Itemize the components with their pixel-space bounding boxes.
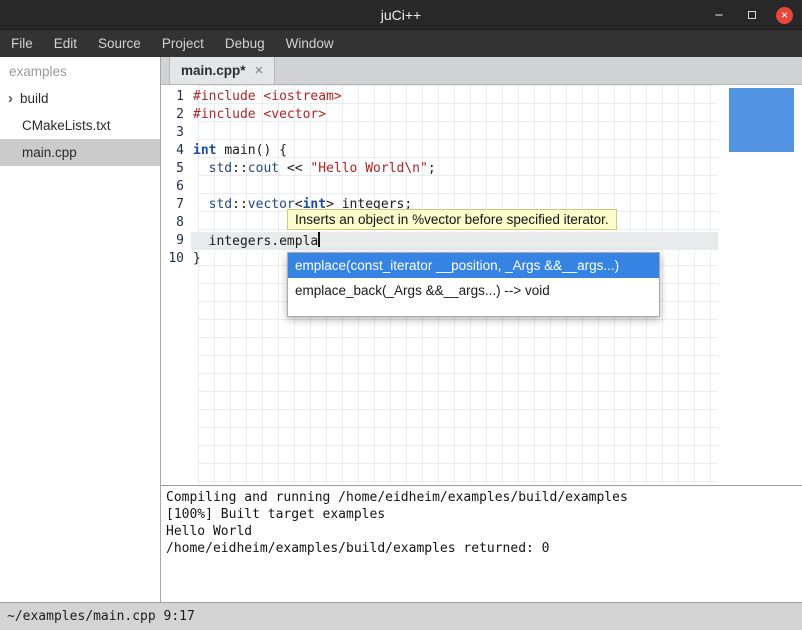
code-text [191,178,718,196]
code-segment: <iostream> [263,89,341,104]
status-bar: ~/examples/main.cpp 9:17 [0,602,802,630]
code-segment [193,161,209,176]
console-line: Hello World [166,523,797,540]
code-editor[interactable]: 1 #include <iostream> 2 #include <vector… [161,85,802,485]
line-number: 6 [161,178,191,196]
minimize-button[interactable]: − [710,6,728,24]
tree-item-label: CMakeLists.txt [22,118,111,133]
line-number: 2 [161,106,191,124]
line-number: 9 [161,232,191,250]
tree-header: examples [0,57,160,85]
line-number: 1 [161,88,191,106]
code-text: std::cout << "Hello World\n"; [191,160,718,178]
code-segment: } [193,251,201,266]
line-number: 10 [161,250,191,268]
console-line: [100%] Built target examples [166,506,797,523]
code-segment: main [224,143,255,158]
menu-item-project[interactable]: Project [162,36,204,51]
console-line: /home/eidheim/examples/build/examples re… [166,540,797,557]
menubar: File Edit Source Project Debug Window [0,30,802,57]
close-button[interactable]: × [776,7,793,24]
file-tree-panel: examples › build CMakeLists.txt main.cpp [0,57,160,602]
code-text: int main() { [191,142,718,160]
menu-item-file[interactable]: File [11,36,33,51]
code-segment: ; [428,161,436,176]
completion-item-selected[interactable]: emplace(const_iterator __position, _Args… [288,253,659,278]
menu-item-edit[interactable]: Edit [54,36,77,51]
code-line[interactable]: 3 [161,124,718,142]
restore-icon [748,11,756,19]
status-text: ~/examples/main.cpp 9:17 [7,609,195,624]
completion-item[interactable]: emplace_back(_Args &&__args...) --> void [288,278,659,303]
line-number: 5 [161,160,191,178]
tree-item-maincpp[interactable]: main.cpp [0,139,160,166]
tab-close-icon[interactable]: × [255,63,264,78]
restore-button[interactable] [743,6,761,24]
tab-label: main.cpp* [181,63,246,78]
code-segment: int [193,143,216,158]
tree-item-build[interactable]: › build [0,85,160,112]
tree-item-label: build [20,91,49,106]
tab-maincpp[interactable]: main.cpp* × [169,57,275,84]
code-text: #include <iostream> [191,88,718,106]
doc-tooltip: Inserts an object in %vector before spec… [287,209,617,230]
code-line-current[interactable]: 9 integers.empla [161,232,718,250]
code-line[interactable]: 4 int main() { [161,142,718,160]
window-controls: − × [710,0,793,30]
code-lines: 1 #include <iostream> 2 #include <vector… [161,88,802,268]
console-output[interactable]: Compiling and running /home/eidheim/exam… [161,486,802,602]
code-line[interactable]: 6 [161,178,718,196]
titlebar[interactable]: juCi++ − × [0,0,802,30]
line-number: 7 [161,196,191,214]
editor-column: main.cpp* × 1 #include <iostream> 2 #inc… [161,57,802,602]
tree-item-cmakelists[interactable]: CMakeLists.txt [0,112,160,139]
code-segment: #include [193,107,256,122]
code-line[interactable]: 5 std::cout << "Hello World\n"; [161,160,718,178]
code-segment: integers.empla [193,234,318,249]
code-segment: #include [193,89,256,104]
menu-item-debug[interactable]: Debug [225,36,265,51]
code-segment: << [279,161,310,176]
completion-popup: emplace(const_iterator __position, _Args… [287,252,660,317]
scrollbar-track[interactable] [718,85,802,485]
code-segment: cout [248,161,279,176]
menu-item-window[interactable]: Window [286,36,334,51]
code-segment: std [209,161,232,176]
code-segment [193,197,209,212]
chevron-right-icon[interactable]: › [8,91,13,106]
code-segment: <vector> [263,107,326,122]
window-title: juCi++ [381,7,421,23]
main-area: examples › build CMakeLists.txt main.cpp… [0,57,802,602]
code-segment: std [209,197,232,212]
code-segment: :: [232,197,248,212]
line-number: 3 [161,124,191,142]
code-segment: "Hello World\n" [310,161,427,176]
console-line: Compiling and running /home/eidheim/exam… [166,489,797,506]
code-segment: :: [232,161,248,176]
minimize-icon: − [715,8,724,23]
menu-item-source[interactable]: Source [98,36,141,51]
tree-item-label: main.cpp [22,145,77,160]
app-window: juCi++ − × File Edit Source Project Debu… [0,0,802,630]
code-text: #include <vector> [191,106,718,124]
line-number: 8 [161,214,191,232]
close-icon: × [781,9,788,21]
code-line[interactable]: 2 #include <vector> [161,106,718,124]
code-line[interactable]: 1 #include <iostream> [161,88,718,106]
scrollbar-thumb[interactable] [729,88,794,152]
text-cursor [318,232,320,247]
tab-bar: main.cpp* × [161,57,802,85]
code-text: integers.empla [191,232,718,250]
code-text [191,124,718,142]
code-segment: () { [256,143,287,158]
line-number: 4 [161,142,191,160]
